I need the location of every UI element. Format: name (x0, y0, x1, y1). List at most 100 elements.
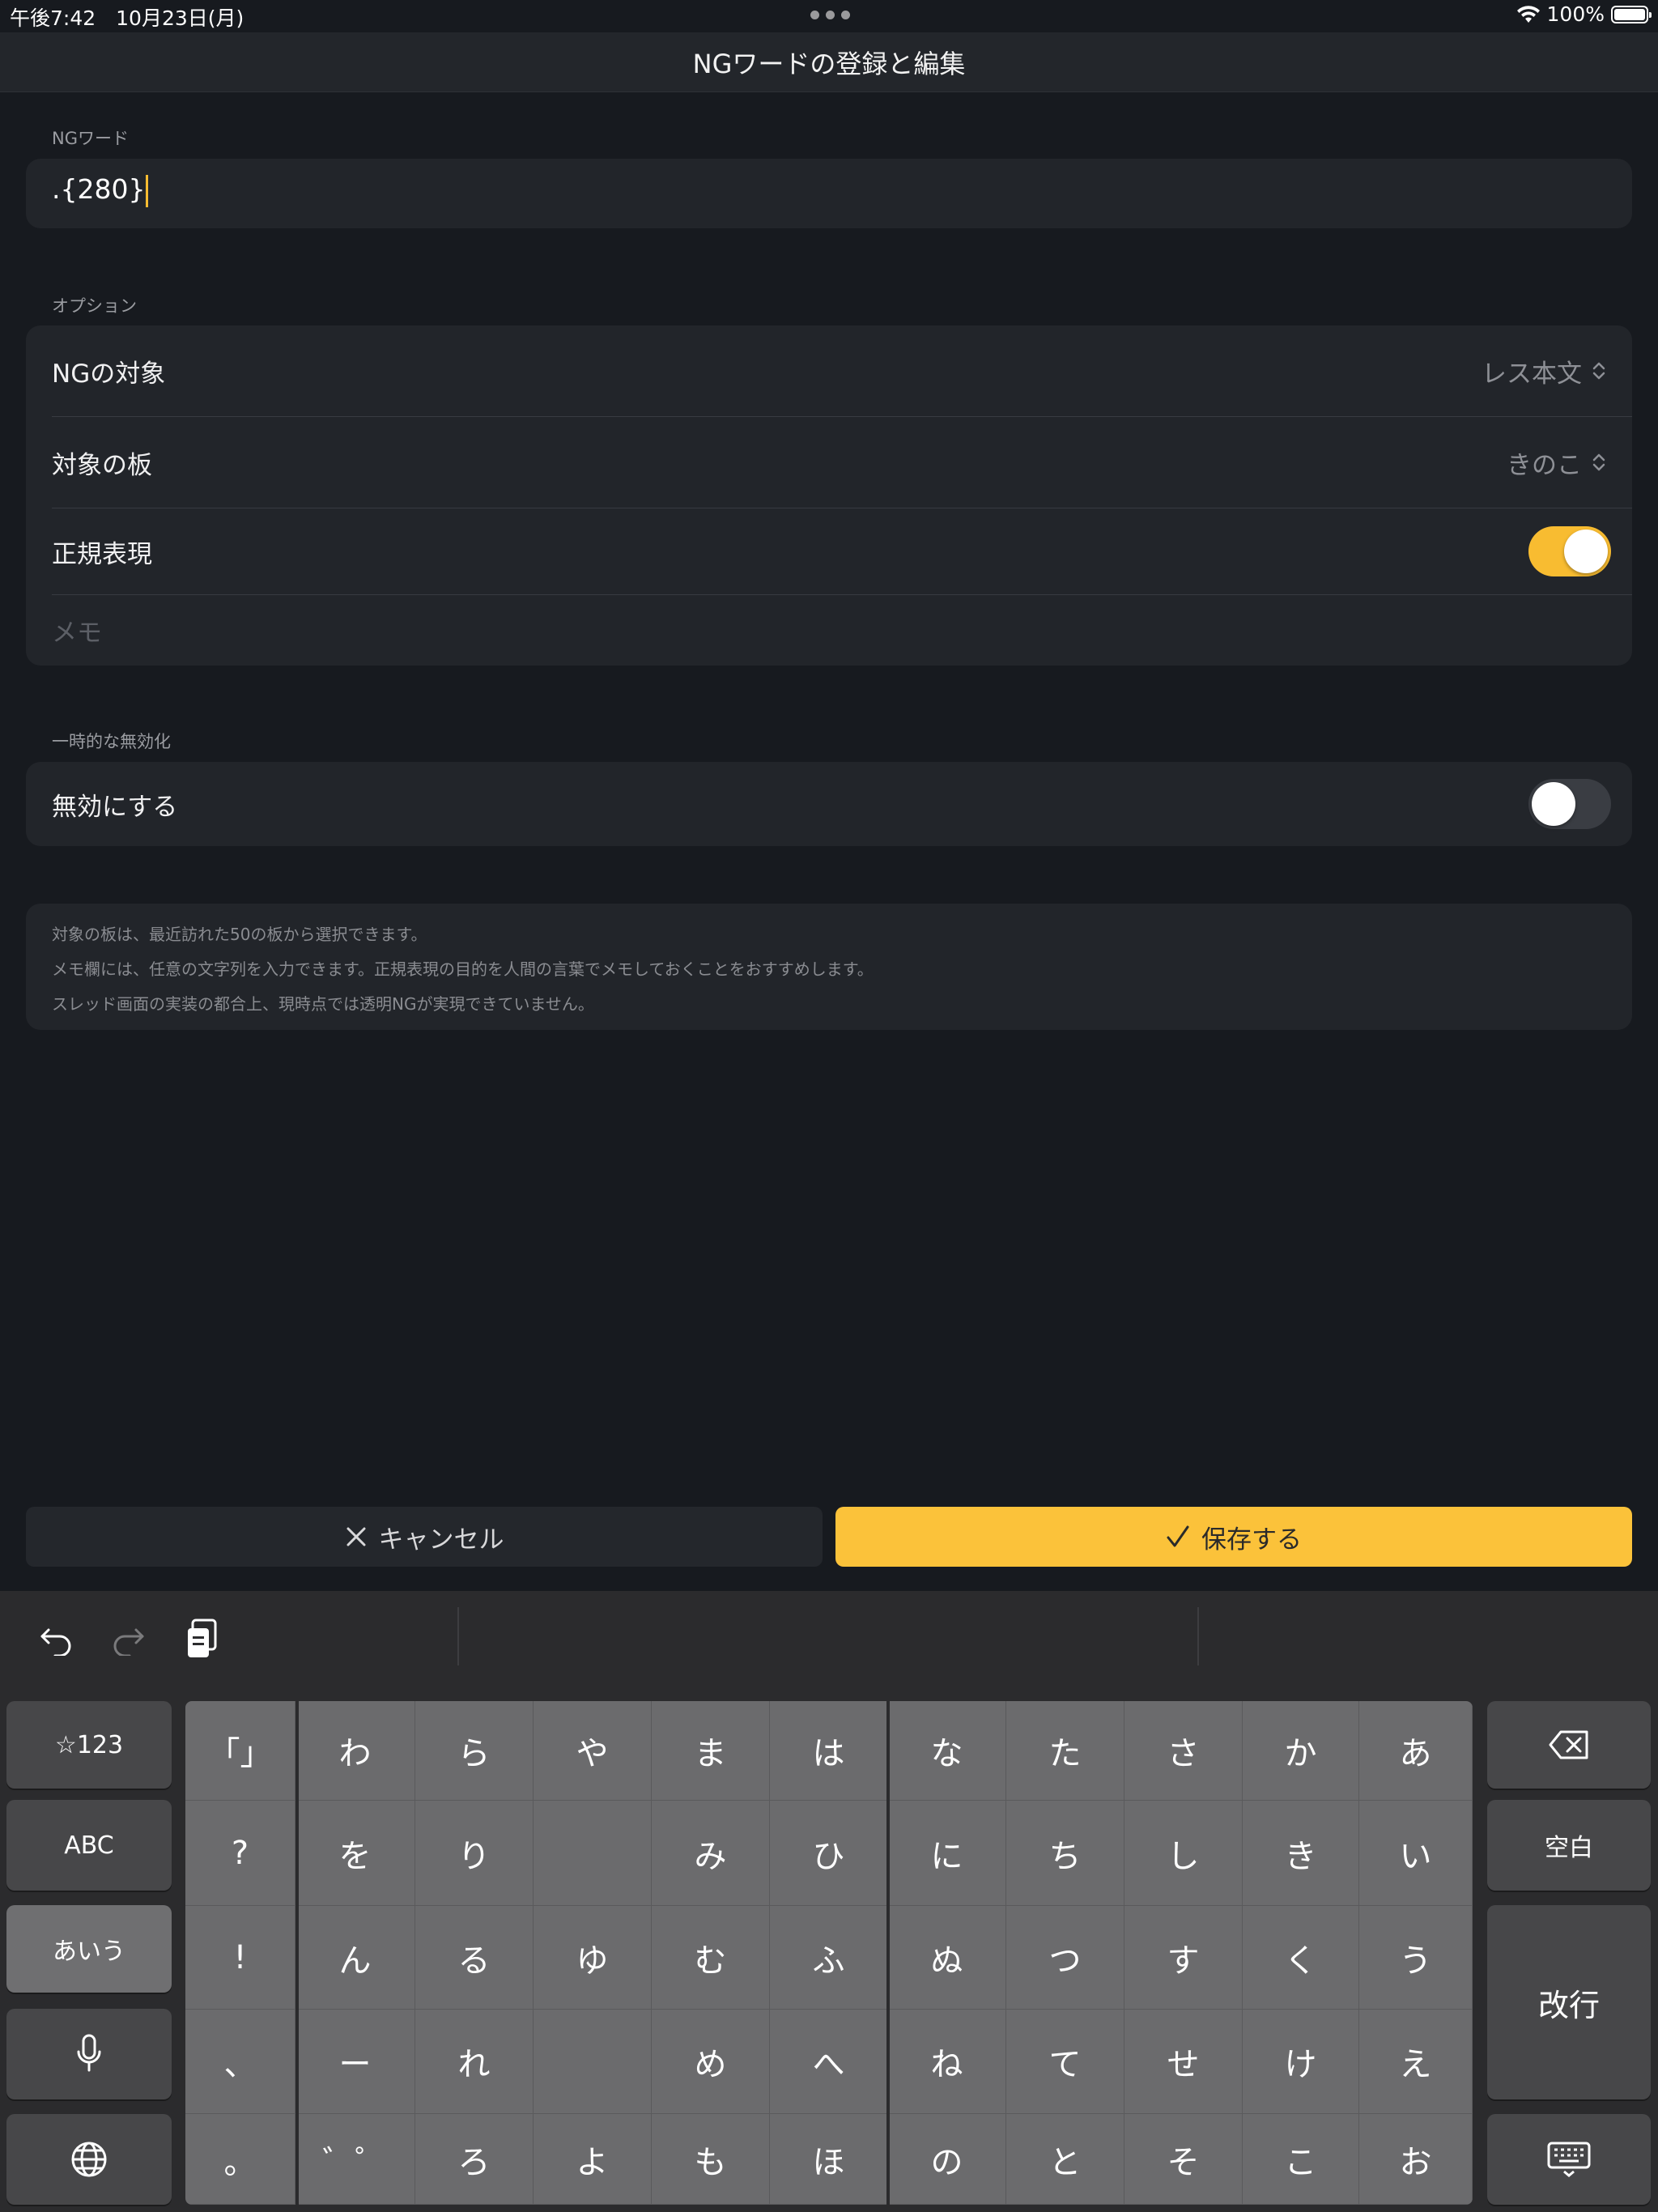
kana-key[interactable]: く (1243, 1906, 1359, 2010)
kana-key[interactable]: と (1006, 2114, 1124, 2205)
ng-target-label: NGの対象 (52, 359, 166, 389)
wifi-icon (1516, 5, 1540, 23)
kana-key[interactable]: つ (1006, 1906, 1124, 2010)
note-line: メモ欄には、任意の文字列を入力できます。正規表現の目的を人間の言葉でメモしておく… (52, 959, 874, 979)
page-title: NGワードの登録と編集 (692, 48, 966, 79)
kana-key[interactable]: ね (888, 2010, 1006, 2114)
kana-key[interactable]: を (295, 1801, 415, 1906)
globe-icon (71, 2142, 107, 2177)
kana-key[interactable]: ー (295, 2010, 415, 2114)
close-icon (346, 1527, 365, 1546)
kana-key[interactable]: て (1006, 2010, 1124, 2114)
ngword-input[interactable]: .{280} (52, 173, 149, 207)
key-return[interactable]: 改行 (1487, 1905, 1651, 2099)
undo-icon[interactable] (32, 1615, 81, 1664)
paste-icon[interactable] (178, 1615, 227, 1664)
kana-key[interactable]: ゛゜ (295, 2114, 415, 2205)
kana-key[interactable]: か (1243, 1701, 1359, 1801)
kana-key[interactable]: せ (1124, 2010, 1243, 2114)
kana-key[interactable]: に (888, 1801, 1006, 1906)
kana-key[interactable]: り (415, 1801, 534, 1906)
kana-key[interactable]: や (534, 1701, 652, 1801)
kana-key[interactable]: は (770, 1701, 888, 1801)
kana-key[interactable]: ら (415, 1701, 534, 1801)
kana-key[interactable]: れ (415, 2010, 534, 2114)
ng-target-picker[interactable]: レス本文 (1482, 353, 1606, 389)
disable-card: 無効にする (26, 762, 1632, 846)
key-hiragana[interactable]: あいう (6, 1905, 172, 1993)
key-globe[interactable] (6, 2114, 172, 2205)
kana-key[interactable]: た (1006, 1701, 1124, 1801)
kana-key[interactable]: ? (185, 1801, 295, 1906)
kana-key[interactable]: み (652, 1801, 770, 1906)
target-board-picker[interactable]: きのこ (1507, 445, 1606, 481)
ng-target-value: レス本文 (1482, 359, 1582, 389)
keyboard-shortcut-bar (0, 1591, 1658, 1701)
kana-key[interactable]: ! (185, 1906, 295, 2010)
kana-key[interactable]: 、 (185, 2010, 295, 2114)
kana-key[interactable]: ほ (770, 2114, 888, 2205)
kana-key[interactable]: ち (1006, 1801, 1124, 1906)
up-down-chevron-icon (1592, 453, 1605, 471)
target-board-label: 対象の板 (52, 450, 152, 480)
kana-key[interactable]: も (652, 2114, 770, 2205)
kana-key[interactable]: な (888, 1701, 1006, 1801)
kana-key[interactable]: さ (1124, 1701, 1243, 1801)
key-space[interactable]: 空白 (1487, 1800, 1651, 1891)
kana-key[interactable]: ん (295, 1906, 415, 2010)
kana-key[interactable]: す (1124, 1906, 1243, 2010)
kana-key[interactable]: う (1359, 1906, 1473, 2010)
options-section-label: オプション (52, 296, 137, 316)
disable-toggle[interactable] (1528, 779, 1611, 829)
divider (1197, 1607, 1199, 1665)
kana-key[interactable]: の (888, 2114, 1006, 2205)
kana-key[interactable]: ろ (415, 2114, 534, 2205)
ng-target-row[interactable]: NGの対象 レス本文 (52, 325, 1606, 416)
kana-key[interactable]: 。 (185, 2114, 295, 2205)
kana-key[interactable]: き (1243, 1801, 1359, 1906)
redo-icon[interactable] (104, 1615, 152, 1664)
kana-key[interactable]: し (1124, 1801, 1243, 1906)
kana-key[interactable]: ゆ (534, 1906, 652, 2010)
kana-key[interactable]: あ (1359, 1701, 1473, 1801)
text-caret (146, 174, 149, 207)
kana-key-empty (534, 2010, 652, 2114)
kana-key[interactable]: こ (1243, 2114, 1359, 2205)
kana-key[interactable]: そ (1124, 2114, 1243, 2205)
key-numbers-symbols[interactable]: ☆123 (6, 1701, 172, 1789)
kana-key[interactable]: お (1359, 2114, 1473, 2205)
divider (457, 1607, 459, 1665)
ngword-input-card[interactable]: .{280} (26, 159, 1632, 228)
kana-key[interactable]: る (415, 1906, 534, 2010)
kana-key[interactable]: へ (770, 2010, 888, 2114)
kana-key[interactable]: む (652, 1906, 770, 2010)
kana-key[interactable]: よ (534, 2114, 652, 2205)
key-abc[interactable]: ABC (6, 1800, 172, 1891)
multitasking-dots-icon[interactable] (810, 11, 850, 19)
kana-key[interactable]: ひ (770, 1801, 888, 1906)
kana-key[interactable]: え (1359, 2010, 1473, 2114)
target-board-row[interactable]: 対象の板 きのこ (52, 417, 1606, 508)
keyboard-dismiss-icon (1547, 2142, 1591, 2177)
note-line: スレッド画面の実装の都合上、現時点では透明NGが実現できていません。 (52, 994, 594, 1014)
regex-toggle[interactable] (1528, 526, 1611, 576)
memo-row[interactable]: メモ (52, 595, 1606, 665)
kana-key[interactable]: け (1243, 2010, 1359, 2114)
group-divider (886, 1701, 890, 2205)
kana-key[interactable]: ま (652, 1701, 770, 1801)
kana-key[interactable]: め (652, 2010, 770, 2114)
save-label: 保存する (1201, 1525, 1302, 1555)
kana-key[interactable]: ふ (770, 1906, 888, 2010)
kana-key[interactable]: い (1359, 1801, 1473, 1906)
save-button[interactable]: 保存する (835, 1507, 1632, 1567)
cancel-button[interactable]: キャンセル (26, 1507, 823, 1567)
key-dictation[interactable] (6, 2009, 172, 2099)
kana-key[interactable]: 「」 (185, 1701, 295, 1801)
key-delete[interactable] (1487, 1701, 1651, 1789)
cancel-label: キャンセル (378, 1525, 504, 1555)
kana-key[interactable]: ぬ (888, 1906, 1006, 2010)
notes-card: 対象の板は、最近訪れた50の板から選択できます。 メモ欄には、任意の文字列を入力… (26, 904, 1632, 1030)
kana-key[interactable]: わ (295, 1701, 415, 1801)
memo-input[interactable]: メモ (52, 612, 1606, 649)
key-dismiss-keyboard[interactable] (1487, 2114, 1651, 2205)
